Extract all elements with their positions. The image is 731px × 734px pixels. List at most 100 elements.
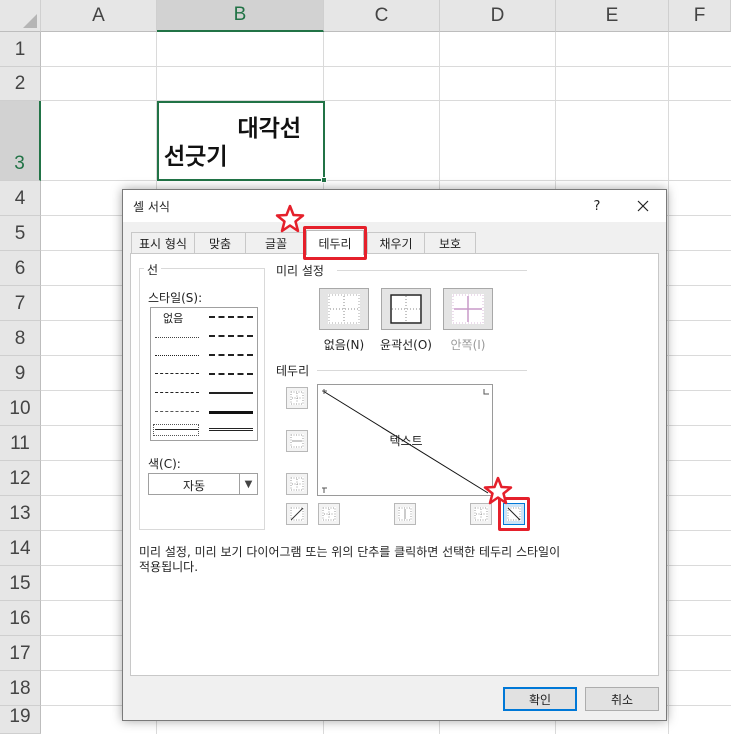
border-bottom-button[interactable] [286,473,308,495]
grid-hline [41,66,731,67]
presets-divider [337,270,527,271]
row-header-8[interactable]: 8 [0,321,41,356]
row-header-14[interactable]: 14 [0,531,41,566]
row-header-9[interactable]: 9 [0,356,41,391]
border-description: 미리 설정, 미리 보기 다이어그램 또는 위의 단추를 클릭하면 선택한 테두… [139,545,639,575]
border-diagonal-up-button[interactable] [286,503,308,525]
tab-font[interactable]: 글꼴 [245,232,307,254]
line-style-medium-dashed[interactable] [209,373,253,375]
column-header-f[interactable]: F [669,0,731,32]
tab-protection[interactable]: 보호 [424,232,476,254]
close-icon [637,200,649,212]
select-all-corner[interactable] [0,0,41,32]
row-header-4[interactable]: 4 [0,181,41,216]
row-header-5[interactable]: 5 [0,216,41,251]
column-header-d[interactable]: D [440,0,556,32]
row-header-6[interactable]: 6 [0,251,41,286]
line-style-medium-dash-dot[interactable] [209,354,253,356]
row-header-16[interactable]: 16 [0,601,41,636]
preset-none-button[interactable] [319,288,369,330]
row-header-19[interactable]: 19 [0,706,41,734]
row-header-7[interactable]: 7 [0,286,41,321]
border-preview[interactable]: 텍스트 [317,384,493,496]
row-header-18[interactable]: 18 [0,671,41,706]
cancel-button[interactable]: 취소 [585,687,659,711]
border-bottom-icon [290,477,304,491]
grid-vline [668,32,669,734]
line-style-thick[interactable] [209,411,253,414]
line-style-medium-dash-dot-dot[interactable] [209,316,253,318]
column-header-a[interactable]: A [41,0,157,32]
line-style-hair[interactable] [155,337,199,338]
tab-alignment[interactable]: 맞춤 [194,232,246,254]
line-style-selected-frame [153,424,199,436]
ok-button[interactable]: 확인 [503,687,577,711]
style-label: 스타일(S): [148,291,203,305]
border-left-button[interactable] [318,503,340,525]
line-style-none[interactable]: 없음 [163,310,183,326]
preview-text: 텍스트 [389,434,423,448]
border-right-icon [474,507,488,521]
row-header-11[interactable]: 11 [0,426,41,461]
line-style-dotted[interactable] [155,355,199,356]
border-inside-vertical-button[interactable] [394,503,416,525]
line-style-double[interactable] [209,428,253,431]
row-header-2[interactable]: 2 [0,67,41,101]
line-group: 선 스타일(S): 없음 색(C): 자동 ▼ [139,261,265,530]
description-line-1: 미리 설정, 미리 보기 다이어그램 또는 위의 단추를 클릭하면 선택한 테두… [139,545,561,559]
tab-number-format[interactable]: 표시 형식 [131,232,195,254]
line-style-dashed[interactable] [155,411,199,412]
column-header-c[interactable]: C [324,0,440,32]
description-line-2: 적용됩니다. [139,560,199,574]
row-header-10[interactable]: 10 [0,391,41,426]
diagonal-up-icon [290,507,304,521]
line-group-legend: 선 [144,261,162,278]
border-inside-horizontal-button[interactable] [286,430,308,452]
preset-none-label: 없음(N) [323,338,365,352]
grid-hline [41,180,731,181]
border-tab-panel: 선 스타일(S): 없음 색(C): 자동 ▼ 미리 설정 없음(N) 윤곽선(… [130,253,659,676]
line-style-slant-dash-dot[interactable] [209,335,253,337]
preset-outline-button[interactable] [381,288,431,330]
tab-fill[interactable]: 채우기 [367,232,425,254]
star-marker-icon [275,204,305,233]
dialog-title-bar[interactable]: 셀 서식 ? [123,190,666,222]
column-header-b[interactable]: B [157,0,324,32]
row-header-17[interactable]: 17 [0,636,41,671]
dialog-title: 셀 서식 [133,200,170,214]
preset-inside-button[interactable] [443,288,493,330]
fill-handle[interactable] [321,177,327,183]
close-button[interactable] [623,194,663,218]
line-style-dash-dot[interactable] [155,392,199,393]
line-style-medium[interactable] [209,392,253,394]
preset-outline-label: 윤곽선(O) [380,338,432,352]
presets-legend: 미리 설정 [276,264,324,278]
line-style-list[interactable]: 없음 [150,307,258,441]
row-header-12[interactable]: 12 [0,461,41,496]
preset-none-icon [328,294,360,324]
row-header-1[interactable]: 1 [0,32,41,67]
column-header-e[interactable]: E [556,0,669,32]
cell-b3-line2: 선긋기 [164,144,228,170]
row-header-13[interactable]: 13 [0,496,41,531]
format-cells-dialog: 셀 서식 ? 표시 형식 맞춤 글꼴 테두리 채우기 보호 선 스타일(S): … [122,189,667,721]
line-style-dash-dot-dot[interactable] [155,373,199,374]
border-right-button[interactable] [470,503,492,525]
border-inside-horizontal-icon [290,434,304,448]
border-left-icon [322,507,336,521]
grid-hline [41,100,731,101]
color-label: 색(C): [148,457,181,471]
row-header-3[interactable]: 3 [0,101,41,181]
preset-outline-icon [390,294,422,324]
color-select-value: 자동 [182,479,206,493]
border-legend: 테두리 [276,364,310,378]
color-select[interactable]: 자동 ▼ [148,473,258,495]
row-header-15[interactable]: 15 [0,566,41,601]
help-button[interactable]: ? [585,194,609,218]
chevron-down-icon[interactable]: ▼ [239,474,257,494]
cell-b3-selected[interactable]: 대각선 선긋기 [157,101,327,183]
tab-border-highlight [303,226,367,260]
border-top-button[interactable] [286,387,308,409]
border-inside-vertical-icon [398,507,412,521]
border-top-icon [290,391,304,405]
